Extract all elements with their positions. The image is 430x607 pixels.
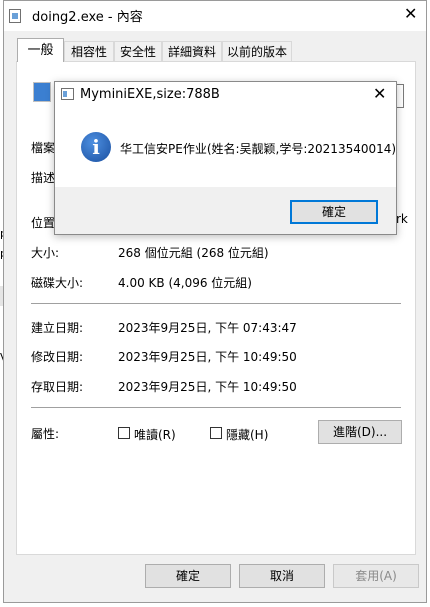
window-title: doing2.exe - 內容 [32, 10, 143, 25]
readonly-checkbox[interactable] [118, 427, 130, 439]
tab-details[interactable]: 詳細資料 [162, 41, 222, 62]
ok-button[interactable]: 確定 [145, 564, 231, 588]
dialog-message: 华工信安PE作业(姓名:吴靓颖,学号:20213540014) [120, 142, 397, 156]
separator [31, 303, 401, 304]
dialog-title: MyminiEXE,size:788B [80, 87, 220, 102]
readonly-label: 唯讀(R) [134, 428, 176, 442]
exe-file-icon [33, 82, 51, 102]
tab-general[interactable]: 一般 [17, 38, 64, 62]
close-icon[interactable]: ✕ [404, 5, 417, 23]
tab-security[interactable]: 安全性 [114, 41, 162, 62]
file-type-label: 檔案 [31, 141, 56, 155]
modified-label: 修改日期: [31, 350, 84, 364]
location-value-fragment: rk [396, 212, 408, 226]
created-label: 建立日期: [31, 321, 84, 335]
app-window-icon [61, 88, 74, 100]
dialog-close-icon[interactable]: ✕ [373, 84, 386, 103]
hidden-checkbox[interactable] [210, 427, 222, 439]
tab-previous-versions[interactable]: 以前的版本 [222, 41, 292, 62]
size-label: 大小: [31, 246, 60, 260]
disk-size-value: 4.00 KB (4,096 位元組) [118, 276, 252, 290]
attributes-label: 屬性: [31, 427, 60, 441]
size-value: 268 個位元組 (268 位元組) [118, 246, 269, 260]
location-label: 位置 [31, 216, 56, 230]
apply-button[interactable]: 套用(A) [333, 564, 419, 588]
description-label: 描述 [31, 171, 56, 185]
information-icon: i [81, 132, 111, 162]
created-value: 2023年9月25日, 下午 07:43:47 [118, 321, 297, 335]
tab-compatibility[interactable]: 相容性 [64, 41, 114, 62]
accessed-value: 2023年9月25日, 下午 10:49:50 [118, 380, 297, 394]
modified-value: 2023年9月25日, 下午 10:49:50 [118, 350, 297, 364]
accessed-label: 存取日期: [31, 380, 84, 394]
file-properties-icon [9, 9, 21, 23]
disk-size-label: 磁碟大小: [31, 276, 84, 290]
cancel-button[interactable]: 取消 [239, 564, 325, 588]
advanced-button[interactable]: 進階(D)... [318, 420, 402, 444]
separator [31, 407, 401, 408]
hidden-label: 隱藏(H) [226, 428, 269, 442]
dialog-ok-button[interactable]: 確定 [290, 200, 378, 224]
